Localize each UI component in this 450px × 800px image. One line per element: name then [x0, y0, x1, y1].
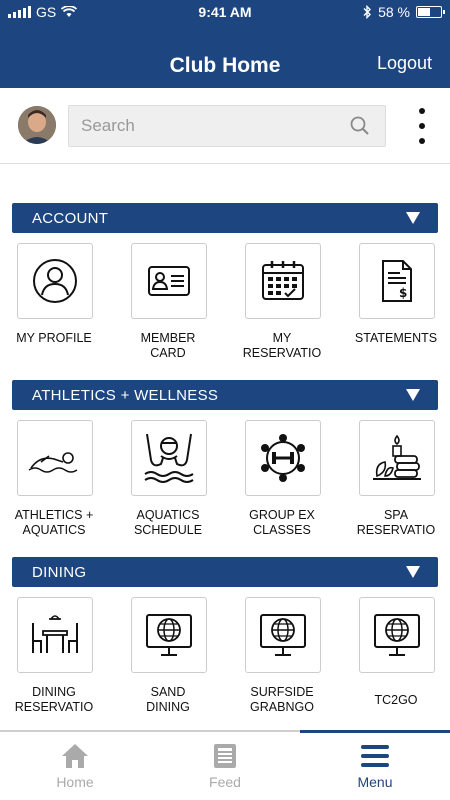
tile-athletics-aquatics[interactable]: ATHLETICS + AQUATICS: [0, 420, 108, 560]
tab-label: Menu: [357, 774, 393, 790]
battery-icon: [416, 6, 445, 18]
menu-icon: [361, 745, 389, 767]
tile-group-ex-classes[interactable]: GROUP EX CLASSES: [228, 420, 336, 560]
dining-table-icon: [17, 597, 93, 673]
tile-label: DINING RESERVATIO: [14, 685, 94, 714]
group-dumbbell-icon: [245, 420, 321, 496]
globe-monitor-icon: [245, 597, 321, 673]
logout-button[interactable]: Logout: [377, 53, 432, 74]
tile-sand-dining[interactable]: SAND DINING: [114, 597, 222, 737]
tab-feed[interactable]: Feed: [150, 732, 300, 800]
search-input[interactable]: [81, 114, 341, 138]
status-right: 58 %: [362, 4, 445, 20]
statement-icon: $: [359, 243, 435, 319]
section-title: DINING: [32, 564, 87, 581]
avatar-photo: [18, 106, 56, 144]
tile-label: ATHLETICS + AQUATICS: [14, 508, 94, 537]
avatar[interactable]: [18, 106, 56, 144]
tile-label: MY PROFILE: [16, 331, 92, 345]
tile-label: STATEMENTS: [354, 331, 438, 345]
member-card-icon: [131, 243, 207, 319]
search-icon[interactable]: [349, 115, 371, 137]
tab-home[interactable]: Home: [0, 732, 150, 800]
calendar-icon: [245, 243, 321, 319]
tile-aquatics-schedule[interactable]: AQUATICS SCHEDULE: [114, 420, 222, 560]
tile-label: MEMBER CARD: [140, 331, 196, 360]
tile-tc2go[interactable]: TC2GO: [342, 597, 450, 737]
section-header-athletics-wellness[interactable]: ATHLETICS + WELLNESS: [12, 380, 438, 410]
section-title: ACCOUNT: [32, 210, 109, 227]
profile-icon: [17, 243, 93, 319]
swimmer-front-icon: [131, 420, 207, 496]
section-title: ATHLETICS + WELLNESS: [32, 387, 219, 404]
bottom-tab-bar: Home Feed Menu: [0, 730, 450, 800]
chevron-down-icon[interactable]: [406, 566, 420, 578]
tab-label: Home: [56, 774, 94, 790]
tile-label: SPA RESERVATIO: [356, 508, 436, 537]
battery-percent: 58 %: [378, 4, 410, 20]
section-header-account[interactable]: ACCOUNT: [12, 203, 438, 233]
tile-label: AQUATICS SCHEDULE: [133, 508, 203, 537]
tile-spa-reservations[interactable]: SPA RESERVATIO: [342, 420, 450, 560]
tile-label: GROUP EX CLASSES: [249, 508, 315, 537]
globe-monitor-icon: [131, 597, 207, 673]
search-row: [0, 88, 450, 164]
tile-dining-reservations[interactable]: DINING RESERVATIO: [0, 597, 108, 737]
tab-label: Feed: [209, 774, 241, 790]
tile-label: SURFSIDE GRABNGO: [250, 685, 314, 714]
tile-surfside-grabngo[interactable]: SURFSIDE GRABNGO: [228, 597, 336, 737]
tile-my-profile[interactable]: MY PROFILE: [0, 243, 108, 383]
svg-text:$: $: [399, 286, 407, 300]
status-bar: GS 9:41 AM 58 %: [0, 0, 450, 26]
section-header-dining[interactable]: DINING: [12, 557, 438, 587]
more-options-icon[interactable]: [418, 108, 426, 144]
chevron-down-icon[interactable]: [406, 389, 420, 401]
app-header: GS 9:41 AM 58 % Club Home Logout: [0, 0, 450, 88]
tile-label: TC2GO: [374, 693, 418, 707]
chevron-down-icon[interactable]: [406, 212, 420, 224]
tile-label: SAND DINING: [146, 685, 190, 714]
globe-monitor-icon: [359, 597, 435, 673]
search-field[interactable]: [68, 105, 386, 147]
swimmer-icon: [17, 420, 93, 496]
tile-my-reservations[interactable]: MY RESERVATIO: [228, 243, 336, 383]
bluetooth-icon: [363, 5, 372, 19]
spa-icon: [359, 420, 435, 496]
tile-member-card[interactable]: MEMBER CARD: [114, 243, 222, 383]
tile-label: MY RESERVATIO: [242, 331, 322, 360]
tab-menu[interactable]: Menu: [300, 732, 450, 800]
feed-icon: [214, 744, 236, 768]
tile-statements[interactable]: $ STATEMENTS: [342, 243, 450, 383]
home-icon: [62, 744, 88, 768]
